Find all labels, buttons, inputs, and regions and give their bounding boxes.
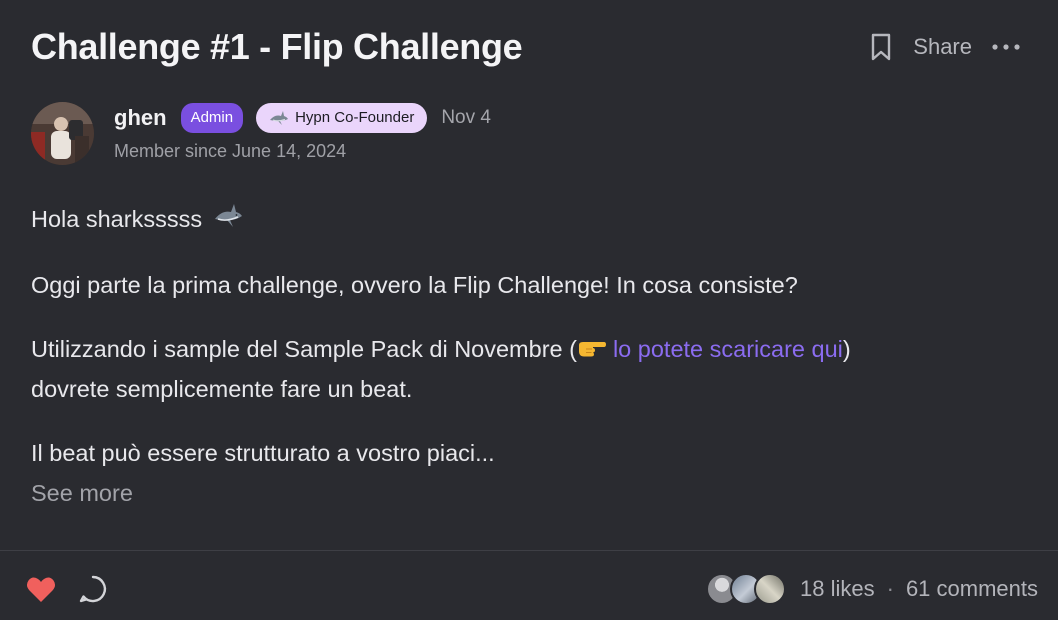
footer-divider <box>0 550 1058 551</box>
download-link[interactable]: lo potete scaricare qui <box>613 336 843 362</box>
body-structure: Il beat può essere strutturato a vostro … <box>31 439 495 466</box>
like-button[interactable] <box>24 572 58 606</box>
post-title: Challenge #1 - Flip Challenge <box>31 26 523 67</box>
heart-icon <box>26 577 56 602</box>
shark-icon <box>269 110 289 126</box>
body-intro: Oggi parte la prima challenge, ovvero la… <box>31 271 798 298</box>
shark-icon <box>213 202 243 240</box>
comments-count[interactable]: 61 comments <box>906 576 1038 602</box>
likers-avatars[interactable] <box>706 573 787 605</box>
see-more-link[interactable]: See more <box>31 480 133 507</box>
bookmark-icon <box>872 33 891 61</box>
founder-badge: Hypn Co-Founder <box>256 103 428 133</box>
engagement-summary: 18 likes · 61 comments <box>706 572 1038 606</box>
body-greeting: Hola sharksssss <box>31 200 1021 240</box>
footer-actions <box>24 572 110 606</box>
author-avatar[interactable] <box>31 102 94 165</box>
post-body: Hola sharksssss Oggi parte la prima chal… <box>31 200 1021 498</box>
post-card: Challenge #1 - Flip Challenge Share ghen… <box>0 0 1058 620</box>
founder-badge-label: Hypn Co-Founder <box>295 109 415 126</box>
samples-text-after: ) <box>842 335 851 362</box>
post-date[interactable]: Nov 4 <box>441 107 491 129</box>
samples-text-before: Utilizzando i sample del Sample Pack di … <box>31 335 577 362</box>
avatar-image <box>31 102 94 165</box>
bookmark-button[interactable] <box>867 30 895 64</box>
greeting-text: Hola sharksssss <box>31 206 203 232</box>
member-since: Member since June 14, 2024 <box>114 141 347 161</box>
body-samples: Utilizzando i sample del Sample Pack di … <box>31 330 1021 408</box>
author-name[interactable]: ghen <box>114 105 167 131</box>
post-actions: Share <box>867 30 1022 64</box>
more-options-button[interactable] <box>990 30 1022 64</box>
pointing-hand-icon <box>577 332 607 370</box>
comment-icon <box>79 575 107 603</box>
author-row: ghen Admin Hypn Co-Founder Nov 4 <box>114 102 491 134</box>
admin-badge: Admin <box>180 103 244 133</box>
liker-avatar <box>754 573 787 605</box>
separator-dot: · <box>886 576 894 601</box>
more-icon <box>992 44 1020 50</box>
comment-button[interactable] <box>76 572 110 606</box>
samples-text-line2: dovrete semplicemente fare un beat. <box>31 375 413 402</box>
share-button[interactable]: Share <box>913 30 972 64</box>
likes-count[interactable]: 18 likes <box>800 576 875 602</box>
